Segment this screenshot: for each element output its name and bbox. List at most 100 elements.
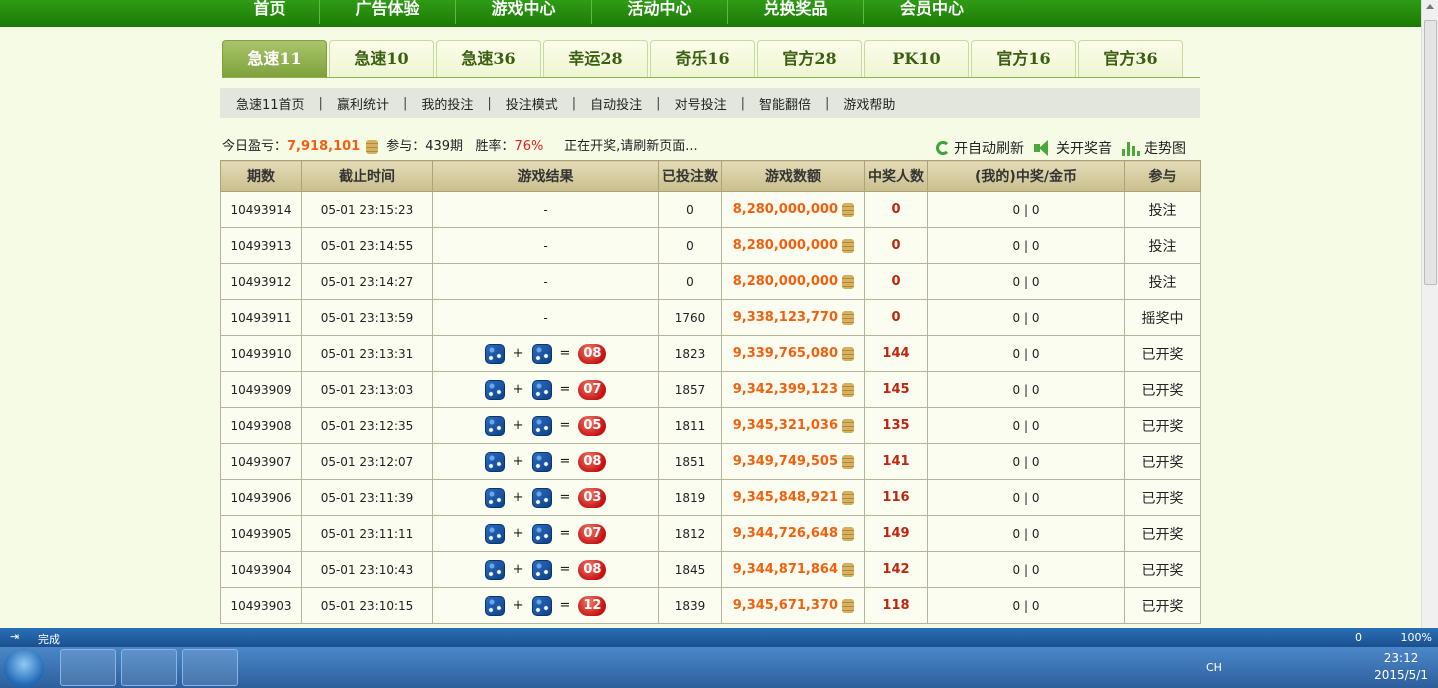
deadline-cell: 05-01 23:14:27 bbox=[301, 263, 433, 300]
tab-game-3[interactable]: 幸运28 bbox=[543, 40, 648, 77]
amount-cell: 9,339,765,080 bbox=[721, 335, 865, 372]
submenu-item-5[interactable]: 对号投注 bbox=[675, 94, 727, 113]
submenu-item-6[interactable]: 智能翻倍 bbox=[759, 94, 811, 113]
result-cell: - bbox=[432, 227, 659, 264]
result-cell: + = 08 bbox=[432, 443, 659, 480]
my-win-cell: 0 | 0 bbox=[927, 587, 1125, 624]
deadline-cell: 05-01 23:10:43 bbox=[301, 551, 433, 588]
tab-game-1[interactable]: 急速10 bbox=[329, 40, 434, 77]
result-cell: + = 08 bbox=[432, 335, 659, 372]
bets-cell: 1823 bbox=[658, 335, 722, 372]
ime-indicator[interactable]: CH bbox=[1206, 661, 1222, 674]
plus-sign: + bbox=[512, 490, 524, 505]
submenu-item-2[interactable]: 我的投注 bbox=[421, 94, 473, 113]
dice-icon bbox=[531, 595, 552, 616]
bets-cell: 1845 bbox=[658, 551, 722, 588]
winners-cell: 145 bbox=[864, 371, 928, 408]
nav-item-0[interactable]: 首页 bbox=[220, 0, 320, 24]
task-sogou-icon[interactable] bbox=[60, 649, 116, 686]
browser-status-bar: ⇥ 完成 0 100% bbox=[0, 628, 1438, 647]
winners-cell: 118 bbox=[864, 587, 928, 624]
table-row: 10493903 05-01 23:10:15 + = 12 1839 9,345,671,… bbox=[220, 587, 1201, 624]
submenu-separator: | bbox=[740, 95, 745, 111]
tab-game-6[interactable]: PK10 bbox=[864, 40, 969, 77]
taskbar: CH 23:12 2015/5/1 bbox=[0, 647, 1438, 688]
submenu-item-7[interactable]: 游戏帮助 bbox=[843, 94, 895, 113]
nav-item-3[interactable]: 活动中心 bbox=[592, 0, 728, 24]
dice-icon bbox=[531, 559, 552, 580]
tab-game-4[interactable]: 奇乐16 bbox=[650, 40, 755, 77]
amount-cell: 9,342,399,123 bbox=[721, 371, 865, 408]
system-clock[interactable]: 23:12 2015/5/1 bbox=[1374, 651, 1428, 682]
bets-cell: 1819 bbox=[658, 479, 722, 516]
winners-cell: 144 bbox=[864, 335, 928, 372]
result-cell: + = 05 bbox=[432, 407, 659, 444]
auto-refresh-label: 开自动刷新 bbox=[954, 141, 1024, 157]
task-qq-icon[interactable] bbox=[182, 649, 238, 686]
plus-sign: + bbox=[512, 454, 524, 469]
trend-chart-link[interactable]: 走势图 bbox=[1122, 138, 1186, 158]
dice-icon bbox=[484, 487, 505, 508]
amount-cell: 8,280,000,000 bbox=[721, 263, 865, 300]
period-cell: 10493914 bbox=[220, 191, 302, 228]
submenu-item-1[interactable]: 赢利统计 bbox=[337, 94, 389, 113]
tools: 开自动刷新 关开奖音 走势图 bbox=[936, 138, 1186, 158]
deadline-cell: 05-01 23:10:15 bbox=[301, 587, 433, 624]
windows-start-icon[interactable] bbox=[4, 649, 44, 687]
coin-icon bbox=[842, 202, 854, 217]
coin-icon bbox=[842, 598, 854, 613]
nav-item-2[interactable]: 游戏中心 bbox=[456, 0, 592, 24]
my-win-cell: 0 | 0 bbox=[927, 479, 1125, 516]
participate-cell[interactable]: 投注 bbox=[1124, 227, 1201, 264]
tab-game-2[interactable]: 急速36 bbox=[436, 40, 541, 77]
result-ball: 07 bbox=[578, 523, 607, 544]
amount-value: 9,349,749,505 bbox=[732, 454, 838, 469]
plus-sign: + bbox=[512, 418, 524, 433]
tab-game-5[interactable]: 官方28 bbox=[757, 40, 862, 77]
submenu-item-4[interactable]: 自动投注 bbox=[590, 94, 642, 113]
my-win-cell: 0 | 0 bbox=[927, 263, 1125, 300]
winners-cell: 149 bbox=[864, 515, 928, 552]
result-cell: + = 07 bbox=[432, 371, 659, 408]
equals-sign: = bbox=[559, 346, 571, 361]
sound-toggle[interactable]: 关开奖音 bbox=[1034, 138, 1112, 158]
auto-refresh-toggle[interactable]: 开自动刷新 bbox=[936, 138, 1024, 158]
submenu-item-0[interactable]: 急速11首页 bbox=[236, 94, 305, 113]
submenu-item-3[interactable]: 投注模式 bbox=[506, 94, 558, 113]
dice-icon bbox=[531, 451, 552, 472]
period-cell: 10493908 bbox=[220, 407, 302, 444]
dice-icon bbox=[531, 343, 552, 364]
column-header: 参与 bbox=[1124, 160, 1201, 192]
amount-value: 8,280,000,000 bbox=[732, 274, 838, 289]
nav-item-1[interactable]: 广告体验 bbox=[320, 0, 456, 24]
table-row: 10493908 05-01 23:12:35 + = 05 1811 9,345,321,… bbox=[220, 407, 1201, 444]
sound-label: 关开奖音 bbox=[1056, 141, 1112, 157]
tab-game-8[interactable]: 官方36 bbox=[1078, 40, 1183, 77]
tab-game-7[interactable]: 官方16 bbox=[971, 40, 1076, 77]
coin-icon bbox=[842, 310, 854, 325]
speaker-icon bbox=[1034, 140, 1052, 156]
table-row: 10493904 05-01 23:10:43 + = 08 1845 9,344,871,… bbox=[220, 551, 1201, 588]
tab-game-0[interactable]: 急速11 bbox=[222, 40, 327, 77]
participate-cell[interactable]: 投注 bbox=[1124, 263, 1201, 300]
nav-item-5[interactable]: 会员中心 bbox=[864, 0, 1000, 24]
dice-icon bbox=[484, 415, 505, 436]
task-app-avatar-icon[interactable] bbox=[121, 649, 177, 686]
coin-icon bbox=[842, 238, 854, 253]
amount-value: 8,280,000,000 bbox=[732, 238, 838, 253]
participate-cell[interactable]: 投注 bbox=[1124, 191, 1201, 228]
column-header: 期数 bbox=[220, 160, 302, 192]
scrollbar[interactable] bbox=[1421, 0, 1438, 628]
plus-sign: + bbox=[512, 526, 524, 541]
period-cell: 10493909 bbox=[220, 371, 302, 408]
scroll-thumb[interactable] bbox=[1424, 20, 1437, 285]
status-text: 完成 bbox=[38, 633, 60, 646]
coin-icon bbox=[842, 526, 854, 541]
equals-sign: = bbox=[559, 490, 571, 505]
amount-cell: 9,345,321,036 bbox=[721, 407, 865, 444]
nav-item-4[interactable]: 兑换奖品 bbox=[728, 0, 864, 24]
table-row: 10493906 05-01 23:11:39 + = 03 1819 9,345,848,… bbox=[220, 479, 1201, 516]
scroll-up-icon[interactable] bbox=[1426, 4, 1434, 9]
game-tabs: 急速11 急速10 急速36 幸运28 奇乐16 官方28 PK10 官方16 官方36 bbox=[222, 40, 1200, 78]
zoom-level[interactable]: 100% bbox=[1401, 631, 1432, 644]
